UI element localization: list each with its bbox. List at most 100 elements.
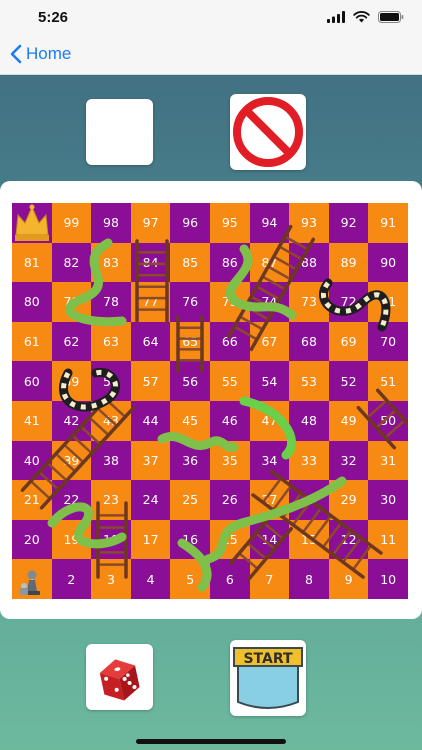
- cell-number: 98: [103, 215, 119, 231]
- board-cell: 27: [249, 480, 290, 520]
- board-cell: 82: [51, 242, 92, 283]
- game-board: 1009998979695949392918182838485868788899…: [12, 203, 408, 599]
- cell-number: 29: [340, 492, 357, 508]
- cell-number: 64: [142, 334, 159, 350]
- cell-number: 12: [340, 532, 357, 548]
- board-cell: 25: [170, 480, 210, 520]
- cell-number: 86: [221, 254, 238, 270]
- board-cell: 58: [91, 361, 131, 401]
- board-cell: 5: [170, 559, 210, 599]
- cell-number: 69: [340, 334, 357, 350]
- cell-number: 7: [265, 571, 274, 587]
- board-cell: 43: [91, 400, 131, 441]
- board-cell: 91: [368, 203, 408, 243]
- cell-number: 80: [23, 294, 40, 310]
- board-cell: 64: [130, 321, 171, 362]
- board-cell: 73: [289, 282, 329, 322]
- wifi-icon: [353, 11, 370, 23]
- cell-number: 26: [221, 492, 238, 508]
- cell-number: 56: [182, 373, 199, 389]
- cell-number: 38: [103, 452, 119, 468]
- board-cell: 50: [368, 400, 408, 441]
- board-cell: 9: [328, 559, 369, 599]
- board-cell: 28: [289, 480, 329, 520]
- cell-number: 42: [63, 413, 80, 429]
- board-cell: 56: [170, 361, 210, 401]
- board-cell: 77: [130, 282, 171, 322]
- board-cell: 8: [289, 559, 329, 599]
- disabled-button[interactable]: [230, 94, 306, 170]
- board-cell: 67: [249, 321, 290, 362]
- cell-number: 88: [301, 254, 317, 270]
- cell-number: 9: [344, 571, 353, 587]
- board-cell: 100: [12, 203, 52, 243]
- cell-number: 32: [340, 452, 357, 468]
- cell-number: 94: [261, 215, 278, 231]
- back-button[interactable]: Home: [10, 44, 71, 64]
- board-cell: 80: [12, 282, 52, 322]
- board-cell: 51: [368, 361, 408, 401]
- board-cell: 65: [170, 321, 210, 362]
- blank-tile[interactable]: [86, 99, 153, 165]
- cell-number: 4: [146, 571, 155, 587]
- cell-number: 60: [23, 373, 40, 389]
- home-indicator: [136, 739, 286, 744]
- board-cell: 33: [289, 440, 329, 481]
- board-cell: 96: [170, 203, 210, 243]
- cell-number: 97: [142, 215, 159, 231]
- cell-number: 46: [221, 413, 238, 429]
- cell-number: 65: [182, 334, 199, 350]
- cell-number: 16: [182, 532, 199, 548]
- cell-number: 15: [221, 532, 238, 548]
- start-button[interactable]: START: [230, 640, 306, 716]
- cell-number: 43: [103, 413, 119, 429]
- board-cell: 23: [91, 480, 131, 520]
- cell-number: 93: [301, 215, 317, 231]
- cell-number: 61: [23, 334, 40, 350]
- board-cell: 57: [130, 361, 171, 401]
- cell-number: 8: [305, 571, 313, 587]
- cell-number: 99: [63, 215, 80, 231]
- cell-number: 68: [301, 334, 317, 350]
- cell-number: 92: [340, 215, 357, 231]
- board-cell: 1: [12, 559, 52, 599]
- cell-number: 11: [380, 532, 397, 548]
- cell-number: 62: [63, 334, 80, 350]
- chevron-left-icon: [10, 44, 22, 64]
- cell-number: 96: [182, 215, 199, 231]
- cell-number: 87: [261, 254, 278, 270]
- board-cell: 16: [170, 519, 210, 560]
- cell-number: 35: [221, 452, 238, 468]
- board-cell: 41: [12, 400, 52, 441]
- cell-number: 28: [301, 492, 317, 508]
- board-cell: 70: [368, 321, 408, 362]
- board-cell: 99: [51, 203, 92, 243]
- board-cell: 88: [289, 242, 329, 283]
- roll-dice-button[interactable]: [86, 644, 153, 710]
- cell-number: 47: [261, 413, 278, 429]
- board-cell: 10: [368, 559, 408, 599]
- battery-icon: [378, 11, 404, 23]
- cell-number: 74: [261, 294, 278, 310]
- cell-number: 48: [301, 413, 317, 429]
- cell-number: 25: [182, 492, 199, 508]
- cell-number: 2: [67, 571, 76, 587]
- board-cell: 55: [209, 361, 250, 401]
- board-cell: 87: [249, 242, 290, 283]
- cell-number: 36: [182, 452, 199, 468]
- cell-number: 18: [103, 532, 119, 548]
- cell-number: 14: [261, 532, 278, 548]
- board-cell: 35: [209, 440, 250, 481]
- board-cell: 63: [91, 321, 131, 362]
- cell-number: 89: [340, 254, 357, 270]
- board-cell: 81: [12, 242, 52, 283]
- cell-number: 78: [103, 294, 119, 310]
- board-cell: 42: [51, 400, 92, 441]
- board-cell: 98: [91, 203, 131, 243]
- board-cell: 78: [91, 282, 131, 322]
- cell-number: 67: [261, 334, 278, 350]
- cell-number: 19: [63, 532, 80, 548]
- cell-number: 24: [142, 492, 159, 508]
- board-cell: 4: [130, 559, 171, 599]
- board-cell: 40: [12, 440, 52, 481]
